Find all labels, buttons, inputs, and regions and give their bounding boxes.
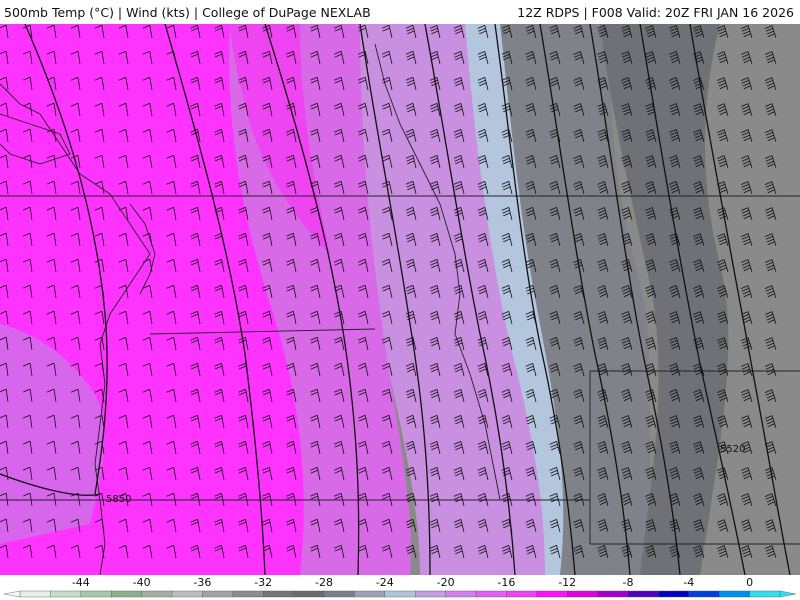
colorbar-swatch [263,590,295,598]
colorbar-swatch [171,590,204,598]
colorbar-swatch [141,590,173,598]
colorbar-tick-label: -28 [315,576,333,589]
colorbar-swatch [475,590,508,598]
colorbar-tick-label: 0 [746,576,753,589]
colorbar-swatch [749,590,781,598]
temperature-colorbar: -44 -40 -36 -32 -28 -24 -20 -16 -12 -8 -4 0 [0,575,800,600]
product-title: 500mb Temp (°C) | Wind (kts) | College o… [4,5,371,20]
colorbar-swatch [384,590,416,598]
colorbar-swatch [232,590,264,598]
colorbar-swatch [506,590,538,598]
colorbar-tick-label: -12 [558,576,576,589]
contour-label-5520: 5520 [720,444,745,455]
colorbar-tick-label: -44 [72,576,90,589]
colorbar-tick-label: -24 [376,576,394,589]
map-header: 500mb Temp (°C) | Wind (kts) | College o… [0,0,800,24]
weather-map[interactable]: 5850 5520 [0,24,800,575]
colorbar-swatches [3,590,797,598]
colorbar-min-arrow [3,590,21,598]
colorbar-swatch [202,590,234,598]
colorbar-swatch [50,590,82,598]
colorbar-swatch [19,590,52,598]
colorbar-swatch [354,590,386,598]
colorbar-swatch [536,590,568,598]
colorbar-swatch [567,590,599,598]
colorbar-swatch [658,590,690,598]
colorbar-swatch [688,590,720,598]
colorbar-swatch [293,590,325,598]
colorbar-swatch [627,590,660,598]
colorbar-max-arrow [779,590,797,598]
colorbar-tick-label: -20 [437,576,455,589]
colorbar-swatch [323,590,356,598]
colorbar-tick-label: -4 [683,576,694,589]
colorbar-tick-label: -16 [497,576,515,589]
model-valid-time: 12Z RDPS | F008 Valid: 20Z FRI JAN 16 20… [517,5,794,20]
colorbar-swatch [597,590,629,598]
colorbar-swatch [445,590,477,598]
colorbar-swatch [80,590,112,598]
colorbar-tick-label: -8 [623,576,634,589]
colorbar-swatch [110,590,143,598]
colorbar-swatch [415,590,447,598]
colorbar-tick-label: -40 [133,576,151,589]
colorbar-swatch [719,590,751,598]
colorbar-ticks: -44 -40 -36 -32 -28 -24 -20 -16 -12 -8 -4 0 [72,576,753,589]
contour-label-5850: 5850 [106,494,131,505]
colorbar-tick-label: -32 [254,576,272,589]
colorbar-tick-label: -36 [193,576,211,589]
